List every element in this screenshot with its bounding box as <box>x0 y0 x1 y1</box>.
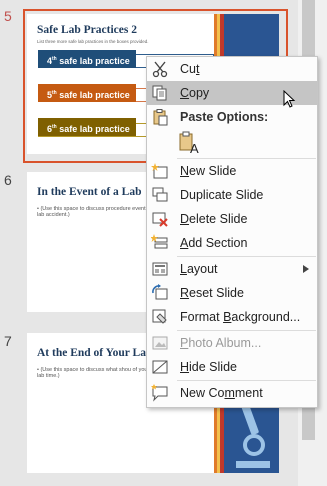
format-background-icon <box>152 309 167 324</box>
paste-options-label: Paste Options: <box>180 110 269 124</box>
reset-slide-icon <box>152 284 168 300</box>
delete-slide-icon <box>152 212 168 227</box>
accelerator-key: B <box>223 310 232 324</box>
menu-item-label: Cut <box>180 62 200 76</box>
svg-text:A: A <box>190 141 199 155</box>
menu-item-label: Copy <box>180 86 210 100</box>
menu-item-label: Photo Album... <box>180 336 262 350</box>
menu-item-label: Delete Slide <box>180 212 248 226</box>
bar-label: 6th safe lab practice <box>47 124 130 134</box>
menu-item-label: Hide Slide <box>180 360 237 374</box>
menu-item-new-slide[interactable]: New Slide <box>147 159 317 183</box>
context-menu: Cut Copy Paste Options: A New Slide Dupl… <box>146 56 318 408</box>
copy-icon <box>152 85 167 101</box>
menu-item-format-background[interactable]: Format Background... <box>147 305 317 329</box>
slide-bullet: • (Use this space to discuss what shou o… <box>37 367 150 379</box>
paste-text-icon: A <box>179 131 199 155</box>
accelerator-key: P <box>180 336 189 350</box>
slide-bullet: • (Use this space to discuss procedure e… <box>37 206 157 218</box>
new-slide-icon <box>151 163 168 179</box>
new-comment-icon <box>151 384 168 402</box>
accelerator-key: R <box>180 286 190 300</box>
practice-bar-6: 6th safe lab practice <box>38 118 136 136</box>
menu-item-label: Add Section <box>180 236 248 250</box>
slide-number-6: 6 <box>4 172 12 188</box>
menu-item-cut[interactable]: Cut <box>147 57 317 81</box>
menu-item-add-section[interactable]: Add Section <box>147 231 317 255</box>
accelerator-key: N <box>180 164 190 178</box>
paste-options-header: Paste Options: <box>147 105 317 129</box>
menu-item-new-comment[interactable]: New Comment <box>147 381 317 405</box>
photo-album-icon <box>152 336 168 350</box>
hide-slide-icon <box>152 360 168 374</box>
menu-item-hide-slide[interactable]: Hide Slide <box>147 355 317 379</box>
practice-bar-4: 4th safe lab practice <box>38 50 136 68</box>
slide-subtitle: List three more safe lab practices in th… <box>37 39 149 44</box>
scissors-icon <box>152 61 168 78</box>
menu-item-layout[interactable]: Layout <box>147 257 317 281</box>
accelerator-key: t <box>195 62 200 76</box>
bar-label: 4th safe lab practice <box>47 56 130 66</box>
menu-item-reset-slide[interactable]: Reset Slide <box>147 281 317 305</box>
menu-item-photo-album: Photo Album... <box>147 331 317 355</box>
practice-bar-5: 5th safe lab practice <box>38 84 136 102</box>
clipboard-icon <box>153 109 168 126</box>
slide-title: In the Event of a Lab <box>37 186 142 198</box>
layout-icon <box>152 262 168 276</box>
menu-item-duplicate-slide[interactable]: Duplicate Slide <box>147 183 317 207</box>
accelerator-key: H <box>180 360 190 374</box>
accelerator-key: m <box>224 386 235 400</box>
slide-title: At the End of Your La <box>37 347 146 359</box>
menu-item-label: Reset Slide <box>180 286 244 300</box>
menu-item-label: New Comment <box>180 386 263 400</box>
ordinal-suffix: th <box>52 124 57 130</box>
menu-item-label: Duplicate Slide <box>180 188 264 202</box>
ordinal-suffix: th <box>52 90 57 96</box>
accelerator-key: D <box>180 212 190 226</box>
menu-item-copy[interactable]: Copy <box>147 81 317 108</box>
menu-item-delete-slide[interactable]: Delete Slide <box>147 207 317 231</box>
slide-number-7: 7 <box>4 333 12 349</box>
menu-item-label: Layout <box>180 262 218 276</box>
submenu-arrow-icon <box>303 265 309 273</box>
add-section-icon <box>151 234 168 249</box>
accelerator-key: L <box>180 262 187 276</box>
bar-label: 5th safe lab practice <box>47 90 130 100</box>
duplicate-slide-icon <box>152 187 168 202</box>
ordinal-suffix: th <box>52 56 57 62</box>
menu-item-label: Format Background... <box>180 310 301 324</box>
menu-item-label: New Slide <box>180 164 237 178</box>
accelerator-key: C <box>180 86 190 100</box>
slide-number-5: 5 <box>4 8 12 24</box>
accelerator-key: A <box>180 236 189 250</box>
slide-title: Safe Lab Practices 2 <box>37 24 137 36</box>
paste-keep-text-only[interactable]: A <box>147 129 317 157</box>
